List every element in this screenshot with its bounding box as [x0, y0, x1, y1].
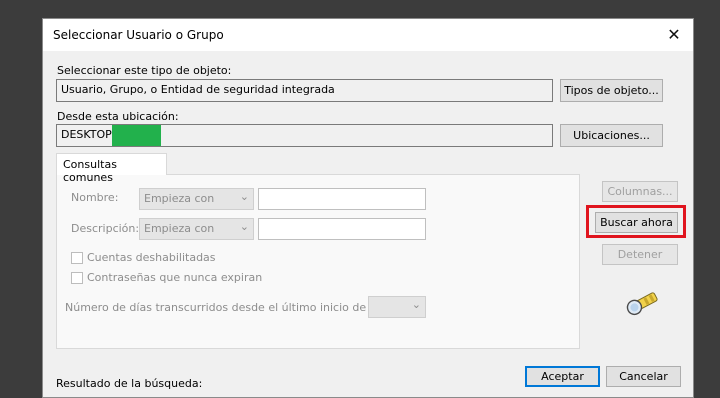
title-bar: Seleccionar Usuario o Grupo ✕ — [43, 19, 693, 51]
chevron-down-icon: ⌄ — [239, 190, 249, 203]
stop-button[interactable]: Detener — [602, 244, 678, 265]
object-type-value: Usuario, Grupo, o Entidad de seguridad i… — [61, 83, 335, 96]
location-value: DESKTOP- — [61, 128, 116, 141]
disabled-accounts-label: Cuentas deshabilitadas — [87, 251, 216, 264]
object-type-label: Seleccionar este tipo de objeto: — [57, 64, 232, 77]
search-now-button[interactable]: Buscar ahora — [595, 212, 678, 233]
name-input[interactable] — [258, 188, 426, 210]
days-label: Número de días transcurridos desde el úl… — [65, 301, 409, 314]
disabled-accounts-checkbox[interactable] — [71, 252, 83, 264]
description-input[interactable] — [258, 218, 426, 240]
select-user-dialog: Seleccionar Usuario o Grupo ✕ Selecciona… — [42, 18, 694, 398]
locations-button[interactable]: Ubicaciones... — [560, 124, 663, 147]
chevron-down-icon: ⌄ — [411, 298, 421, 311]
location-label: Desde esta ubicación: — [57, 110, 179, 123]
days-select[interactable]: ⌄ — [368, 296, 426, 318]
flashlight-search-icon — [624, 289, 664, 319]
name-mode-select[interactable]: Empieza con ⌄ — [139, 188, 254, 210]
description-label: Descripción: — [71, 222, 140, 235]
dialog-title: Seleccionar Usuario o Grupo — [53, 28, 224, 42]
name-label: Nombre: — [71, 191, 119, 204]
no-expire-checkbox[interactable] — [71, 272, 83, 284]
tab-common-queries[interactable]: Consultas comunes — [56, 153, 167, 184]
cancel-button[interactable]: Cancelar — [606, 366, 681, 387]
ok-button[interactable]: Aceptar — [525, 366, 600, 387]
redaction-block — [112, 125, 161, 146]
results-label: Resultado de la búsqueda: — [56, 377, 203, 390]
chevron-down-icon: ⌄ — [239, 220, 249, 233]
object-types-button[interactable]: Tipos de objeto... — [560, 79, 663, 102]
no-expire-label: Contraseñas que nunca expiran — [87, 271, 263, 284]
close-icon[interactable]: ✕ — [661, 22, 687, 48]
description-mode-select[interactable]: Empieza con ⌄ — [139, 218, 254, 240]
object-type-field: Usuario, Grupo, o Entidad de seguridad i… — [56, 79, 553, 102]
name-mode-value: Empieza con — [144, 192, 215, 205]
columns-button[interactable]: Columnas... — [602, 181, 678, 202]
description-mode-value: Empieza con — [144, 222, 215, 235]
